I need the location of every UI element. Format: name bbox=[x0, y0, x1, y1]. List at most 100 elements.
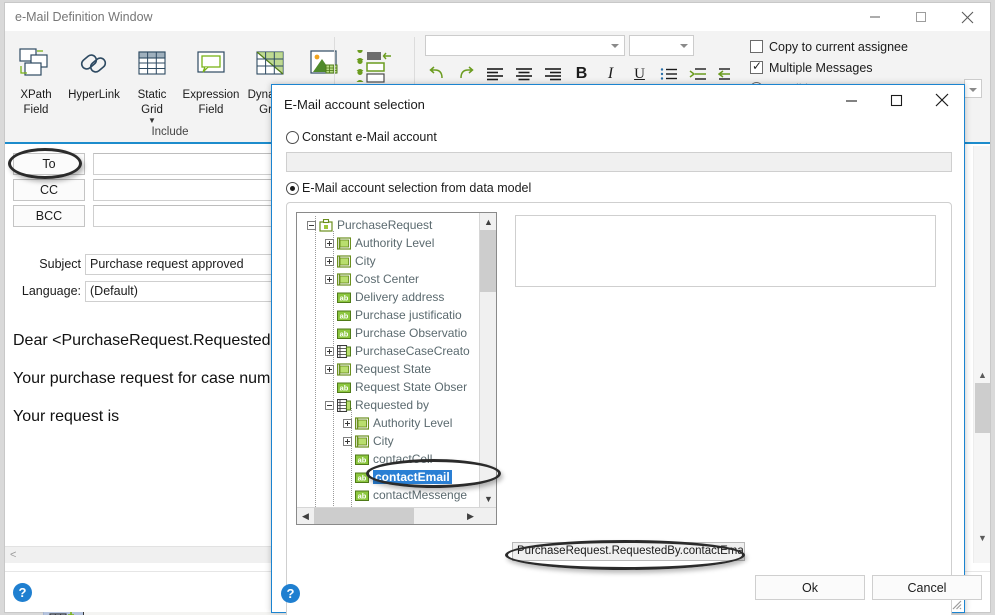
tree-node[interactable]: City bbox=[297, 252, 479, 270]
checkbox-icon[interactable] bbox=[750, 40, 763, 53]
scrollbar-thumb[interactable] bbox=[480, 230, 496, 292]
font-size-combo[interactable] bbox=[629, 35, 694, 56]
constant-email-input[interactable] bbox=[286, 152, 952, 172]
body-line-2[interactable]: Your purchase request for case numb bbox=[13, 370, 279, 388]
body-line-1[interactable]: Dear <PurchaseRequest.RequestedB bbox=[13, 332, 281, 350]
ribbon-item-from[interactable] bbox=[348, 45, 402, 85]
cc-button[interactable]: CC bbox=[13, 179, 85, 201]
body-line-3[interactable]: Your request is bbox=[13, 408, 119, 426]
tree-node[interactable]: City bbox=[297, 432, 479, 450]
maximize-icon[interactable] bbox=[874, 85, 919, 115]
tree-node[interactable]: ab contactEmail bbox=[297, 468, 479, 486]
ribbon-label: HyperLink bbox=[68, 89, 120, 101]
radio-icon[interactable] bbox=[286, 130, 299, 144]
close-icon[interactable] bbox=[919, 85, 964, 115]
scroll-right-icon[interactable]: ▶ bbox=[462, 508, 479, 524]
to-row: To bbox=[13, 153, 283, 175]
tree-node[interactable]: ab contactMessenge bbox=[297, 486, 479, 504]
body-horizontal-scrollbar[interactable]: < bbox=[5, 546, 275, 563]
current-xpath-input[interactable]: PurchaseRequest.RequestedBy.contactEmail bbox=[512, 542, 745, 561]
enum-icon bbox=[336, 236, 352, 250]
ribbon-item-expression-field[interactable]: Expression Field bbox=[179, 35, 243, 124]
to-input[interactable] bbox=[93, 153, 283, 175]
tree-expander-plus-icon[interactable] bbox=[325, 256, 334, 266]
enum-icon bbox=[336, 362, 352, 376]
cc-input[interactable] bbox=[93, 179, 283, 201]
tree-node[interactable]: Authority Level bbox=[297, 414, 479, 432]
minimize-icon[interactable] bbox=[852, 3, 898, 31]
tree-expander-plus-icon[interactable] bbox=[325, 346, 334, 356]
preview-box[interactable] bbox=[515, 215, 936, 287]
tree-expander-minus-icon[interactable] bbox=[325, 400, 334, 410]
tree-vertical-scrollbar[interactable]: ▲ ▼ bbox=[479, 213, 496, 507]
tree-node[interactable]: ab Request State Obser bbox=[297, 378, 479, 396]
tree-node[interactable]: Requested by bbox=[297, 396, 479, 414]
cancel-button[interactable]: Cancel bbox=[872, 575, 982, 600]
radio-constant-email-account[interactable]: Constant e-Mail account bbox=[286, 130, 437, 144]
option-copy-to-current-assignee[interactable]: Copy to current assignee bbox=[750, 37, 990, 56]
svg-text:ab: ab bbox=[358, 491, 367, 500]
to-button[interactable]: To bbox=[13, 153, 85, 175]
tree-node-label: City bbox=[355, 254, 376, 268]
scroll-left-icon[interactable]: < bbox=[10, 549, 16, 561]
string-icon: ab bbox=[355, 471, 369, 484]
chevron-down-icon bbox=[611, 44, 619, 48]
tree-node[interactable]: ab contactCell bbox=[297, 450, 479, 468]
tree-expander-minus-icon[interactable] bbox=[307, 220, 316, 230]
help-button[interactable]: ? bbox=[13, 583, 32, 602]
reference-icon bbox=[336, 398, 351, 412]
data-model-tree[interactable]: PurchaseRequest Authority Level City Cost C… bbox=[296, 212, 497, 525]
ribbon-item-xpath-field[interactable]: XPath Field bbox=[9, 35, 63, 124]
radio-label: E-Mail account selection from data model bbox=[302, 181, 532, 195]
tree-node-label: contactEmail bbox=[373, 470, 452, 484]
svg-text:ab: ab bbox=[358, 473, 367, 482]
scrollbar-thumb[interactable] bbox=[314, 508, 414, 524]
tree-node[interactable]: ab Delivery address bbox=[297, 288, 479, 306]
checkbox-checked-icon[interactable] bbox=[750, 59, 763, 74]
radio-selected-icon[interactable] bbox=[286, 181, 299, 195]
string-icon: ab bbox=[337, 291, 351, 304]
scrollbar-thumb[interactable] bbox=[975, 383, 990, 433]
tree-expander-plus-icon[interactable] bbox=[343, 436, 352, 446]
tree-node[interactable]: ab Purchase justificatio bbox=[297, 306, 479, 324]
radio-data-model-selection[interactable]: E-Mail account selection from data model bbox=[286, 181, 531, 195]
close-icon[interactable] bbox=[944, 3, 990, 31]
bcc-button[interactable]: BCC bbox=[13, 205, 85, 227]
svg-text:ab: ab bbox=[340, 293, 349, 302]
tree-node[interactable]: Request State bbox=[297, 360, 479, 378]
condition-cases-combo[interactable] bbox=[964, 79, 982, 98]
expression-field-icon bbox=[195, 39, 227, 87]
maximize-icon[interactable] bbox=[898, 3, 944, 31]
tree-node-label: Authority Level bbox=[373, 416, 453, 430]
tree-node[interactable]: PurchaseRequest bbox=[297, 216, 479, 234]
tree-node[interactable]: ab Purchase Observatio bbox=[297, 324, 479, 342]
tree-node[interactable]: PurchaseCaseCreato bbox=[297, 342, 479, 360]
scroll-down-icon[interactable]: ▼ bbox=[974, 529, 991, 546]
scroll-down-icon[interactable]: ▼ bbox=[480, 490, 496, 507]
chevron-down-icon[interactable]: ▼ bbox=[148, 117, 156, 125]
font-family-combo[interactable] bbox=[425, 35, 625, 56]
scroll-left-icon[interactable]: ◀ bbox=[297, 508, 314, 524]
tree-expander-plus-icon[interactable] bbox=[325, 274, 334, 284]
tree-node[interactable]: Authority Level bbox=[297, 234, 479, 252]
ribbon-item-hyperlink[interactable]: HyperLink bbox=[63, 35, 125, 124]
ribbon-item-static-grid[interactable]: Static Grid ▼ bbox=[125, 35, 179, 125]
minimize-icon[interactable] bbox=[829, 85, 874, 115]
option-label: Multiple Messages bbox=[769, 60, 873, 75]
option-multiple-messages[interactable]: Multiple Messages bbox=[750, 58, 990, 77]
tree-expander-plus-icon[interactable] bbox=[343, 418, 352, 428]
tree-node[interactable]: Cost Center bbox=[297, 270, 479, 288]
resize-grip-icon[interactable] bbox=[949, 597, 962, 610]
subject-input[interactable]: Purchase request approved bbox=[85, 254, 277, 275]
scroll-up-icon[interactable]: ▲ bbox=[974, 366, 991, 383]
string-icon: ab bbox=[337, 309, 351, 322]
scroll-up-icon[interactable]: ▲ bbox=[480, 213, 496, 230]
language-input[interactable]: (Default) bbox=[85, 281, 277, 302]
tree-horizontal-scrollbar[interactable]: ◀ ▶ bbox=[297, 507, 496, 524]
bcc-input[interactable] bbox=[93, 205, 283, 227]
main-vertical-scrollbar[interactable]: ▲ ▼ bbox=[973, 146, 990, 563]
tree-expander-plus-icon[interactable] bbox=[325, 364, 334, 374]
tree-expander-plus-icon[interactable] bbox=[325, 238, 334, 248]
ok-button[interactable]: Ok bbox=[755, 575, 865, 600]
dialog-help-button[interactable]: ? bbox=[281, 584, 300, 603]
